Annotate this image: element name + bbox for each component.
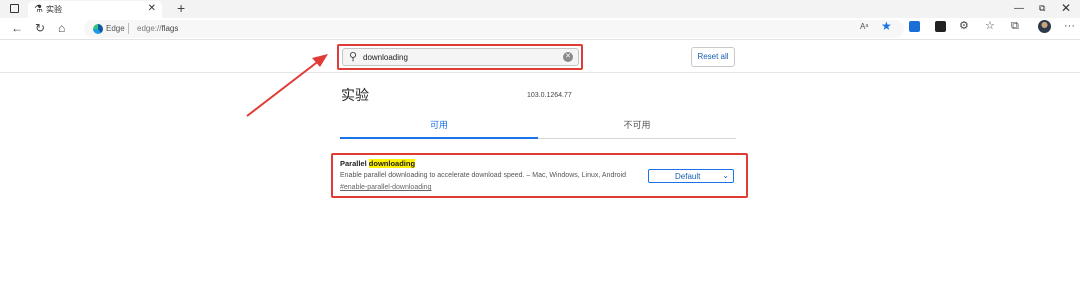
window-close-icon[interactable]: ✕	[1061, 1, 1071, 15]
address-separator	[128, 23, 129, 34]
extension-dark-icon[interactable]	[935, 21, 946, 32]
favorite-star-icon[interactable]: ★	[881, 20, 892, 32]
new-tab-icon[interactable]: +	[177, 0, 185, 17]
search-input[interactable]	[363, 51, 553, 64]
reset-all-button[interactable]: Reset all	[691, 47, 735, 67]
home-icon[interactable]: ⌂	[58, 21, 65, 35]
version-label: 103.0.1264.77	[527, 92, 572, 99]
select-value: Default	[675, 172, 701, 181]
tab-title: 实验	[46, 5, 62, 14]
refresh-icon[interactable]: ↻	[35, 21, 45, 35]
page-title: 实验	[341, 88, 369, 104]
chevron-down-icon: ⌄	[722, 171, 729, 180]
tab-actions-icon[interactable]	[10, 4, 19, 13]
title-bar: ⚗ 实验 ✕ + — ⧉ ✕	[0, 0, 1080, 18]
search-icon: ⚲	[349, 51, 358, 63]
edge-logo-icon	[93, 24, 103, 34]
experiment-permalink[interactable]: #enable-parallel-downloading	[340, 184, 431, 191]
address-brand: Edge	[106, 24, 125, 33]
browser-tab[interactable]: ⚗ 实验 ✕	[28, 1, 162, 18]
minimize-icon[interactable]: —	[1014, 3, 1024, 14]
experiment-name: Parallel downloading	[340, 159, 416, 168]
address-url: edge://flags	[137, 24, 179, 33]
profile-avatar[interactable]	[1038, 20, 1051, 33]
restore-icon[interactable]: ⧉	[1039, 3, 1045, 14]
collections-icon[interactable]: ⧉	[1011, 20, 1019, 33]
tab-available[interactable]: 可用	[340, 114, 538, 139]
back-icon[interactable]: ←	[11, 21, 23, 35]
experiment-state-select[interactable]: Default ⌄	[648, 169, 734, 183]
search-match-highlight: downloading	[368, 159, 416, 168]
favorites-icon[interactable]: ☆	[985, 20, 995, 33]
extensions-icon[interactable]: ⚙	[959, 20, 969, 33]
experiment-description: Enable parallel downloading to accelerat…	[340, 172, 627, 179]
extension-blue-icon[interactable]	[909, 21, 920, 32]
flask-icon: ⚗	[34, 4, 43, 15]
tab-close-icon[interactable]: ✕	[148, 3, 156, 15]
clear-search-icon[interactable]: ✕	[563, 52, 573, 62]
more-menu-icon[interactable]: ···	[1064, 20, 1075, 33]
tab-unavailable[interactable]: 不可用	[538, 114, 736, 139]
annotation-arrow	[246, 54, 328, 117]
read-aloud-icon[interactable]: Aᵃ	[860, 22, 868, 31]
search-field[interactable]: ⚲ ✕	[342, 48, 579, 66]
address-bar[interactable]: Edge edge://flags	[84, 20, 904, 38]
